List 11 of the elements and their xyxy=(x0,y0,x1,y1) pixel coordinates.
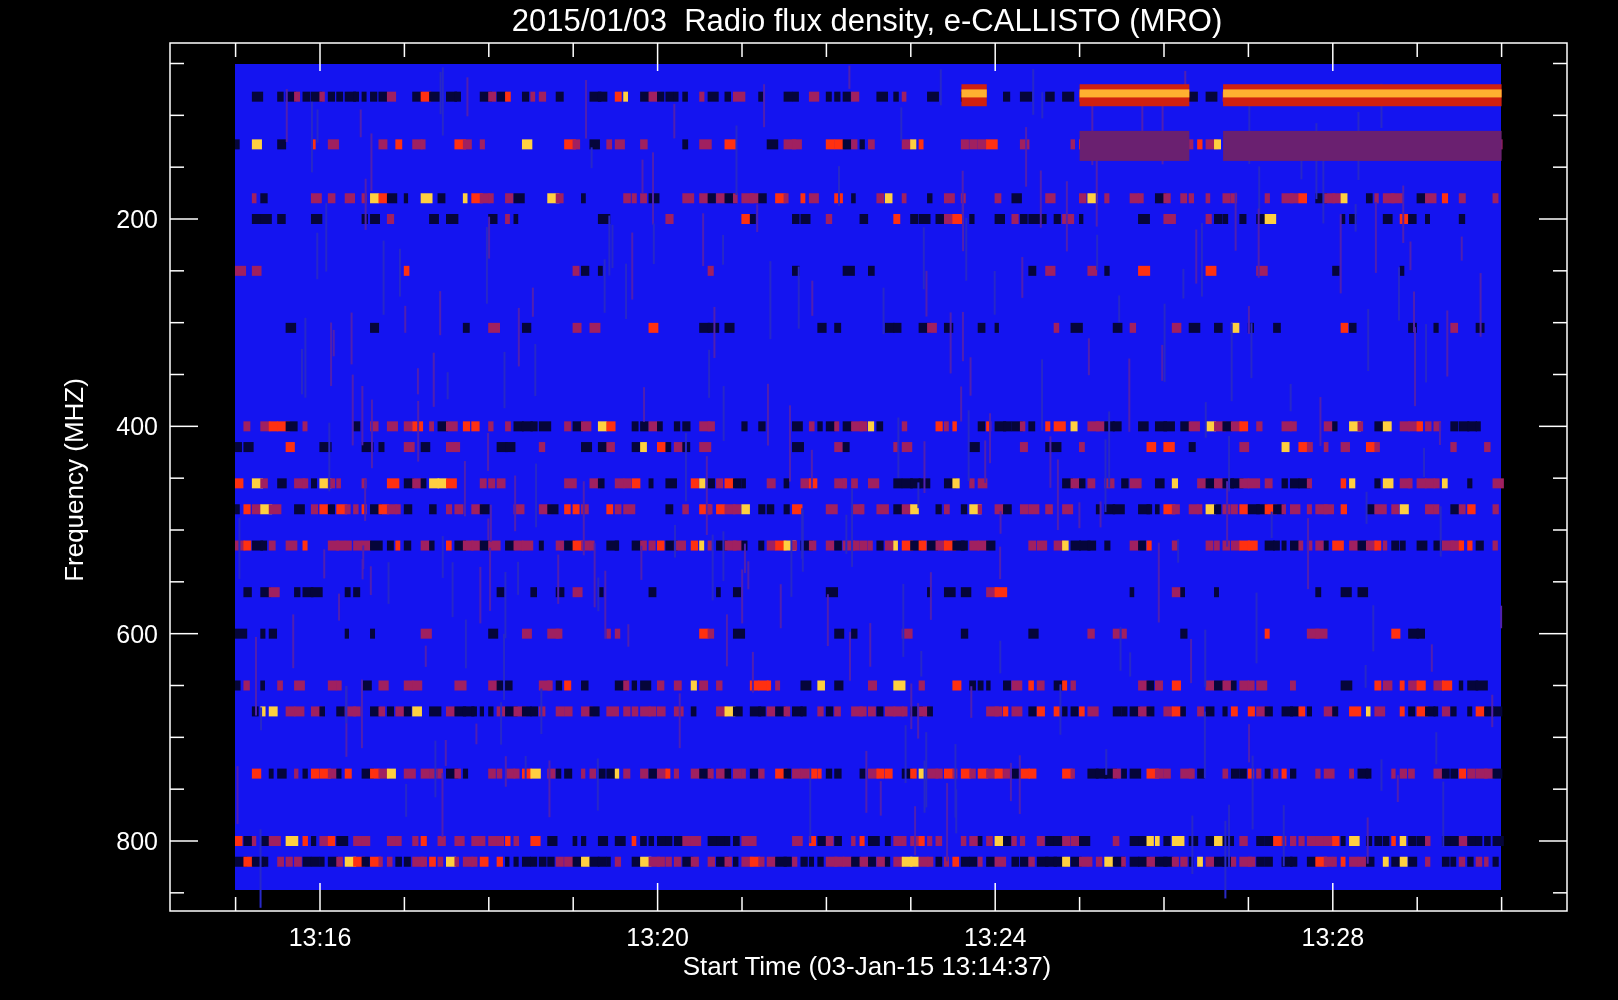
axis-label: Frequency (MHZ) xyxy=(59,378,89,582)
tick-label: 13:28 xyxy=(1301,923,1365,951)
tick-label: 800 xyxy=(116,827,158,855)
tick-label: 13:24 xyxy=(963,923,1027,951)
axis-label: Start Time (03-Jan-15 13:14:37) xyxy=(682,951,1052,981)
tick-label: 200 xyxy=(116,205,158,233)
tick-label: 13:16 xyxy=(288,923,352,951)
tick-label: 400 xyxy=(116,412,158,441)
tick-label: 600 xyxy=(116,619,158,648)
tick-label: 13:20 xyxy=(626,923,689,951)
plot-title: 2015/01/03 Radio flux density, e-CALLISTO (MRO) xyxy=(511,3,1223,38)
